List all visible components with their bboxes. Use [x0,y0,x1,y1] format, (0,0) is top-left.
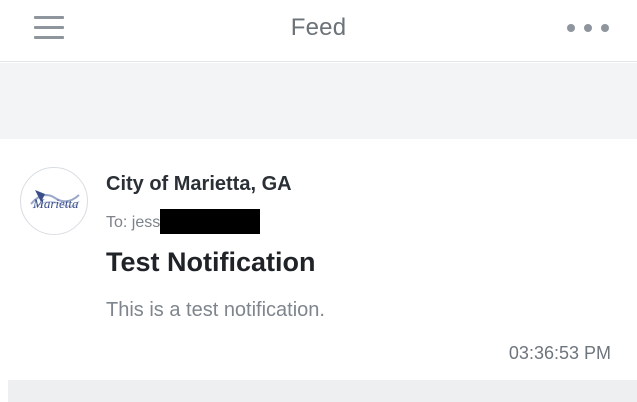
section-divider [0,63,637,139]
notification-card[interactable]: Marietta City of Marietta, GA To: jess T… [0,139,637,379]
feed-screen: Feed Marietta City of Marietta, GA To: j… [0,0,637,402]
recipient-line: To: jess [106,209,261,234]
page-title: Feed [290,14,347,41]
next-item-divider [8,380,637,402]
notification-subject: Test Notification [106,247,316,277]
redaction-block [160,209,261,234]
recipient-label: To: jess [106,214,161,231]
notification-body: This is a test notification. [106,299,325,321]
marietta-logo-icon: Marietta [30,190,80,211]
logo-text: Marietta [32,196,79,211]
notification-timestamp: 03:36:53 PM [508,343,611,363]
top-bar: Feed [0,0,637,62]
more-options-button[interactable] [565,16,615,40]
avatar: Marietta [20,167,88,235]
sender-name: City of Marietta, GA [106,173,292,195]
